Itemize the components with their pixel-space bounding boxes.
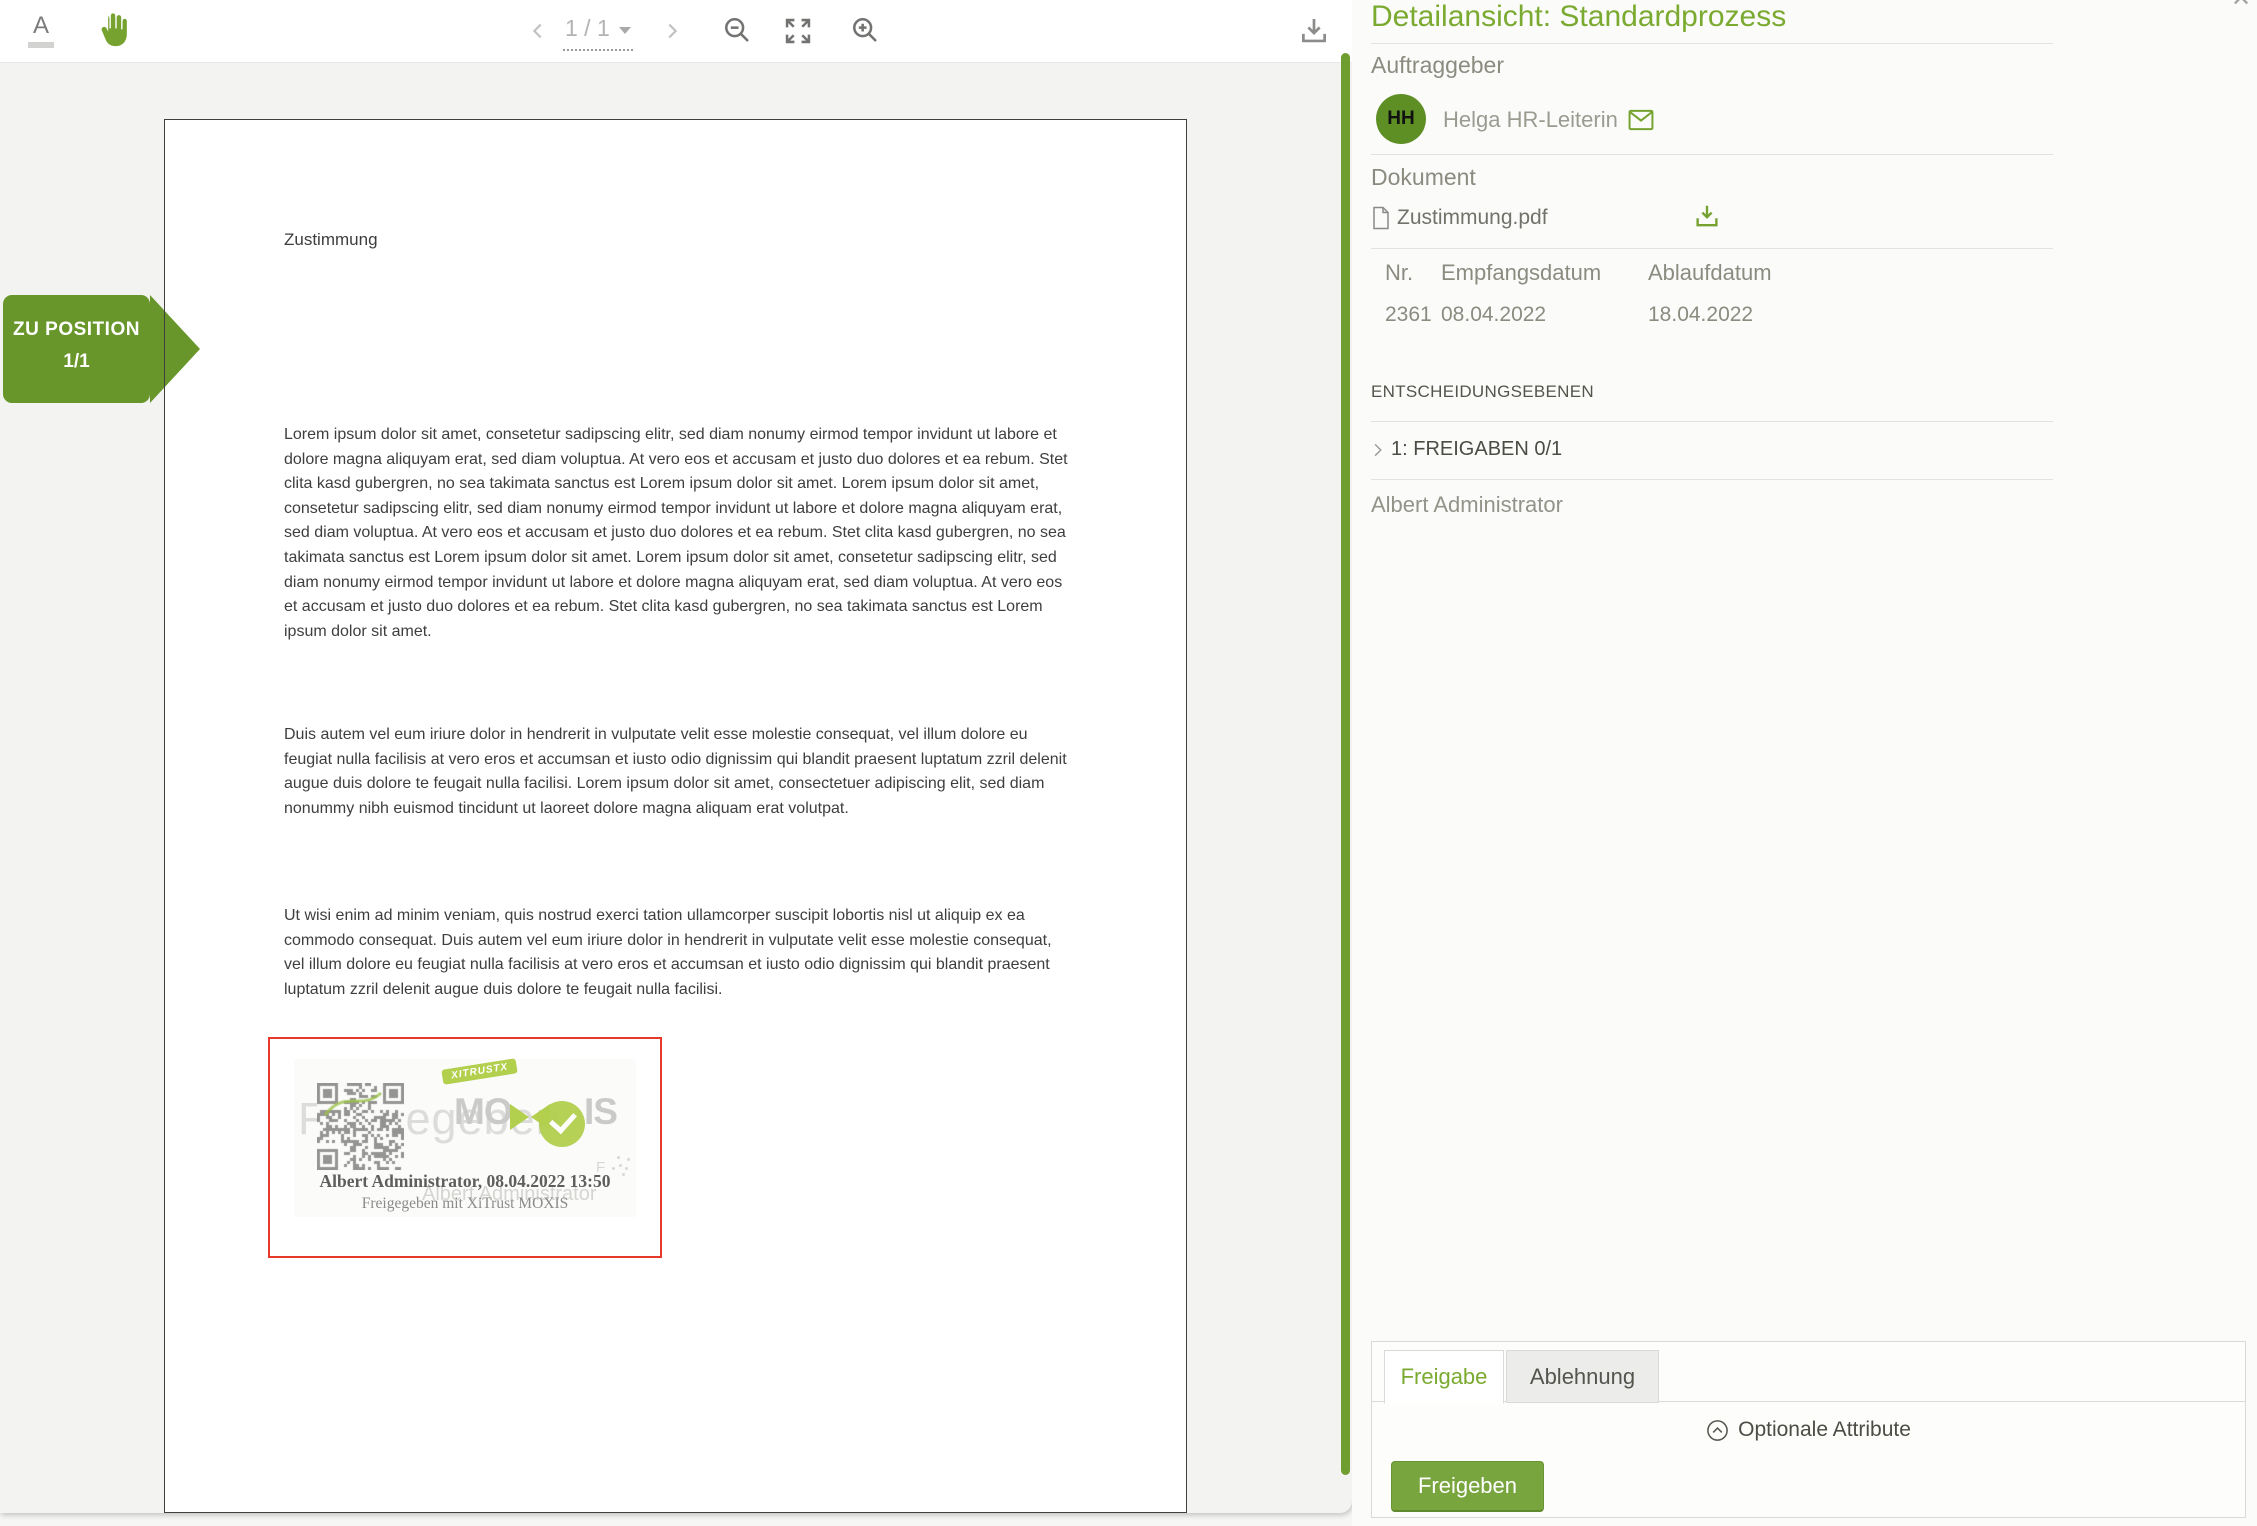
document-heading: Zustimmung — [284, 230, 378, 250]
decision-levels-label: ENTSCHEIDUNGSEBENEN — [1371, 382, 1594, 402]
approver-name: Albert Administrator — [1371, 492, 1563, 518]
xitrust-brand-tag: XITRUSTX — [441, 1058, 518, 1085]
document-page: Zustimmung Lorem ipsum dolor sit amet, c… — [164, 119, 1187, 1513]
divider — [1371, 421, 2053, 422]
divider — [1371, 248, 2053, 249]
page-border-over-flag — [164, 295, 165, 403]
flag-label: ZU POSITION — [3, 319, 150, 341]
tab-freigabe[interactable]: Freigabe — [1384, 1350, 1504, 1404]
sidebar-title: Detailansicht: Standardprozess — [1371, 0, 1786, 34]
document-filename: Zustimmung.pdf — [1397, 206, 1548, 230]
download-document-icon[interactable] — [1297, 14, 1331, 48]
optional-attributes-toggle[interactable]: Optionale Attribute — [1372, 1418, 2245, 1442]
zoom-in-icon[interactable] — [850, 15, 882, 47]
detail-sidebar: Detailansicht: Standardprozess Auftragge… — [1352, 0, 2257, 1526]
divider — [1371, 154, 2053, 155]
client-section-label: Auftraggeber — [1371, 52, 1504, 79]
pdf-viewer-panel: A 1 / 1 — [0, 0, 1352, 1513]
moxis-app: A 1 / 1 — [0, 0, 2257, 1526]
email-icon[interactable] — [1627, 108, 1655, 132]
client-name: Helga HR-Leiterin — [1443, 107, 1618, 133]
level-1-expander[interactable]: 1: FREIGABEN 0/1 — [1368, 438, 1562, 461]
stamp-signer-line: Albert Administrator, 08.04.2022 13:50 — [274, 1171, 656, 1192]
decision-panel: Freigabe Ablehnung Optionale Attribute F… — [1371, 1341, 2246, 1518]
meta-header-empfangsdatum: Empfangsdatum — [1441, 260, 1601, 286]
document-section-label: Dokument — [1371, 164, 1476, 191]
meta-value-ablaufdatum: 18.04.2022 — [1648, 303, 1753, 327]
viewer-toolbar: A 1 / 1 — [0, 0, 1352, 63]
document-file-link[interactable]: Zustimmung.pdf — [1371, 206, 1548, 230]
document-paragraph-2: Duis autem vel eum iriure dolor in hendr… — [284, 723, 1073, 821]
divider — [1371, 479, 2053, 480]
document-paragraph-1: Lorem ipsum dolor sit amet, consetetur s… — [284, 423, 1073, 644]
next-page-button[interactable] — [661, 18, 683, 44]
jump-to-position-flag[interactable]: ZU POSITION 1/1 — [3, 295, 150, 403]
pdf-file-icon — [1371, 206, 1391, 230]
chevron-right-icon — [1368, 440, 1386, 460]
moxis-check-icon — [539, 1101, 585, 1147]
level-1-label: 1: FREIGABEN 0/1 — [1391, 438, 1562, 461]
page-indicator[interactable]: 1 / 1 — [563, 15, 633, 51]
meta-header-ablaufdatum: Ablaufdatum — [1648, 260, 1772, 286]
meta-header-nr: Nr. — [1385, 260, 1413, 286]
freigeben-button[interactable]: Freigeben — [1391, 1461, 1544, 1512]
chevron-up-circle-icon — [1706, 1419, 1729, 1442]
page-dropdown-caret-icon — [619, 27, 631, 34]
moxis-logo-mo: MO — [454, 1091, 512, 1133]
moxis-logo-is: IS — [584, 1091, 617, 1133]
signature-position-box[interactable]: Freigegeben XITRUSTX MO IS Albert Admini… — [268, 1037, 662, 1258]
qr-code — [317, 1083, 404, 1170]
tab-ablehnung[interactable]: Ablehnung — [1506, 1350, 1659, 1403]
hand-pan-tool-icon[interactable] — [92, 10, 130, 50]
fullscreen-icon[interactable] — [782, 15, 814, 47]
stamp-corner-dots-icon — [612, 1167, 615, 1170]
page-number-display: 1 / 1 — [565, 15, 610, 42]
close-panel-icon[interactable]: ✕ — [2228, 0, 2254, 12]
document-paragraph-3: Ut wisi enim ad minim veniam, quis nostr… — [284, 904, 1073, 1002]
client-avatar: HH — [1376, 94, 1426, 144]
sidebar-download-icon[interactable] — [1692, 202, 1722, 232]
flag-counter: 1/1 — [3, 351, 150, 373]
divider — [1371, 43, 2053, 44]
meta-value-empfangsdatum: 08.04.2022 — [1441, 303, 1546, 327]
meta-value-nr: 2361 — [1385, 303, 1432, 327]
zoom-out-icon[interactable] — [722, 15, 754, 47]
signature-stamp: Freigegeben XITRUSTX MO IS Albert Admini… — [294, 1059, 636, 1217]
stamp-release-line: Freigegeben mit XiTrust MOXIS — [274, 1195, 656, 1213]
text-select-tool-icon[interactable]: A — [27, 13, 55, 48]
viewer-scrollbar[interactable] — [1341, 53, 1350, 1475]
previous-page-button[interactable] — [527, 18, 549, 44]
optional-attributes-label: Optionale Attribute — [1738, 1418, 1911, 1442]
